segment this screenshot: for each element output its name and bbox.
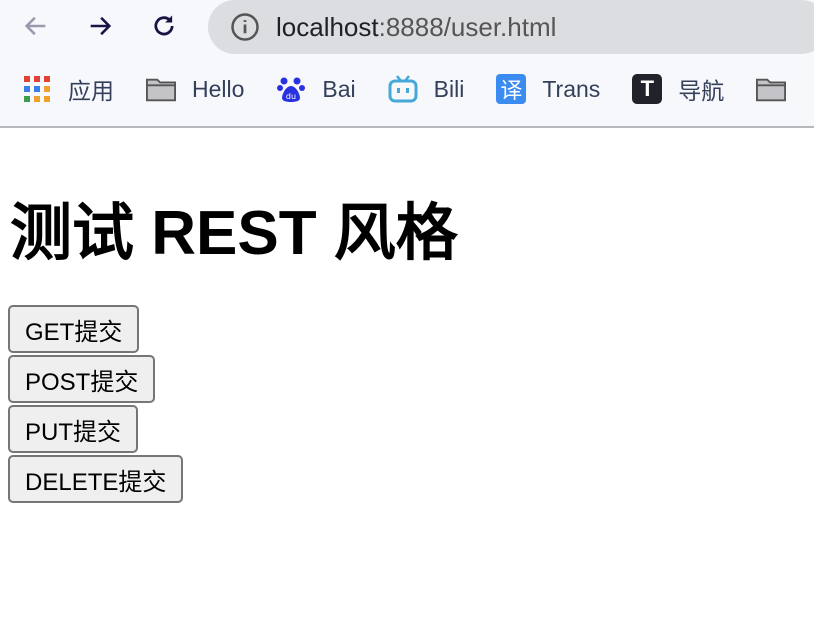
url-text[interactable]: localhost:8888/user.html [276, 12, 556, 43]
button-list: GET提交 POST提交 PUT提交 DELETE提交 [8, 305, 184, 505]
bookmark-trans[interactable]: 译 Trans [496, 74, 600, 104]
svg-text:du: du [286, 92, 296, 101]
delete-submit-button[interactable]: DELETE提交 [8, 455, 184, 503]
bookmarks-bar: 应用 Hello du Bai Bili 译 Trans T 导航 [0, 72, 814, 106]
reload-icon [154, 15, 174, 36]
arrow-right-icon [90, 16, 112, 36]
back-button[interactable] [18, 8, 54, 44]
forward-button[interactable] [82, 8, 118, 44]
folder-icon [756, 74, 787, 104]
bookmark-bili[interactable]: Bili [388, 74, 464, 104]
nav-bar: localhost:8888/user.html [0, 0, 814, 54]
bookmark-apps[interactable]: 应用 [22, 72, 114, 106]
apps-grid-icon [22, 74, 52, 104]
post-submit-button[interactable]: POST提交 [8, 355, 156, 403]
info-icon[interactable] [230, 12, 260, 42]
page-title: 测试 REST 风格 [10, 199, 458, 268]
bookmark-nav[interactable]: T 导航 [632, 72, 724, 106]
reload-button[interactable] [146, 8, 182, 44]
translate-icon: 译 [496, 74, 527, 104]
get-submit-button[interactable]: GET提交 [8, 305, 140, 353]
bookmark-hello[interactable]: Hello [146, 74, 244, 104]
bilibili-icon [388, 74, 418, 104]
baidu-icon: du [276, 74, 306, 104]
bookmark-folder[interactable] [756, 74, 802, 104]
address-bar[interactable]: localhost:8888/user.html [208, 0, 814, 54]
arrow-left-icon [24, 16, 46, 36]
t-logo-icon: T [632, 74, 663, 104]
folder-icon [146, 74, 176, 104]
put-submit-button[interactable]: PUT提交 [8, 405, 138, 453]
bookmark-bai[interactable]: du Bai [276, 74, 356, 104]
browser-chrome: localhost:8888/user.html 应用 Hello du Bai … [0, 0, 814, 128]
